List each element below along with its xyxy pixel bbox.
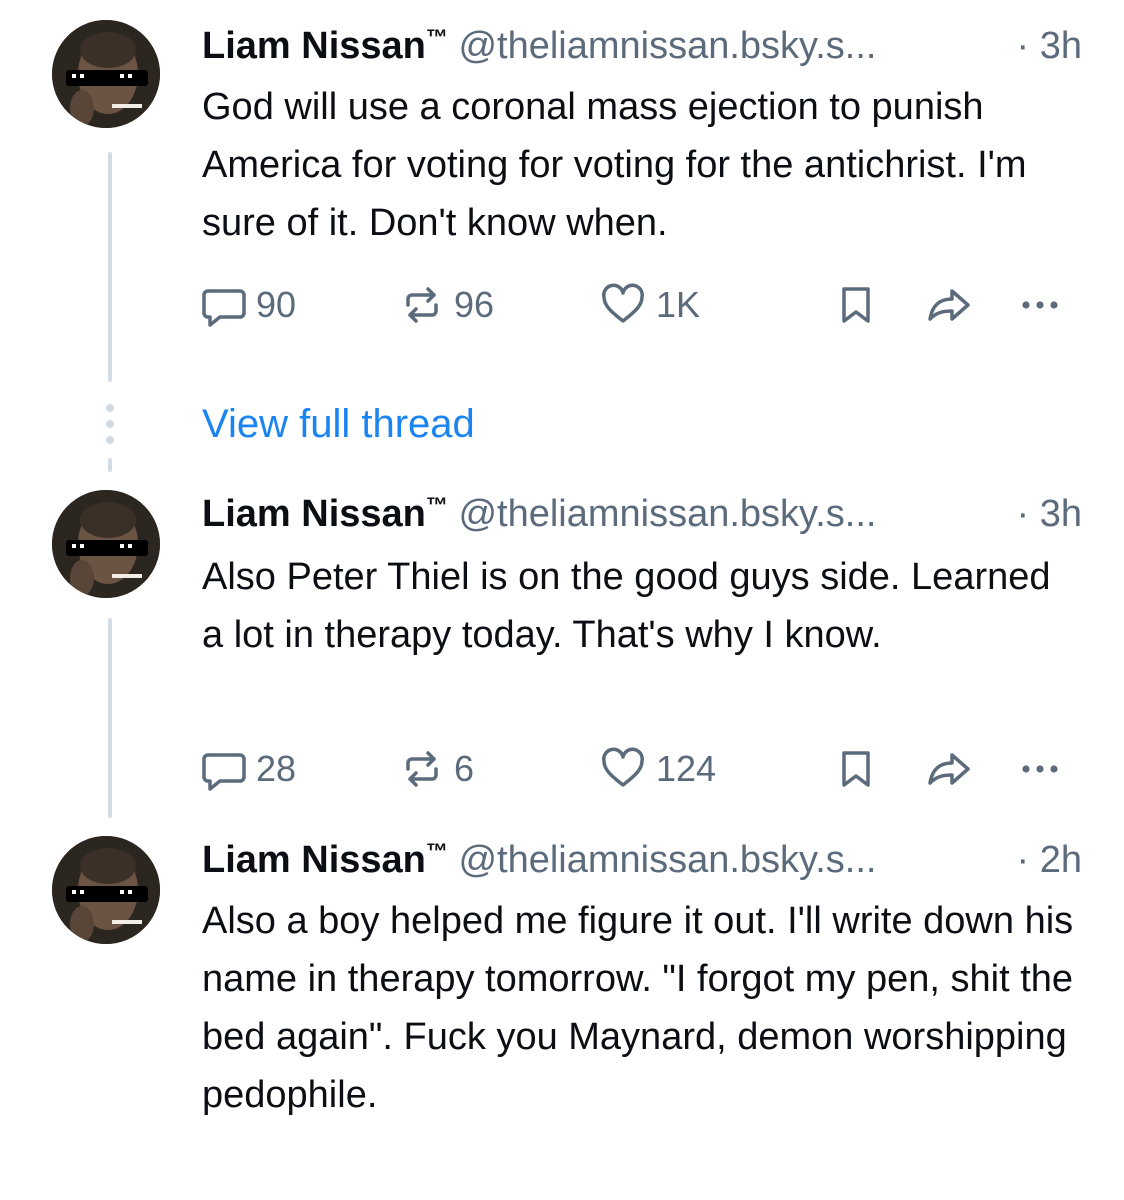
more-icon [1022, 765, 1058, 773]
repost-count: 6 [454, 748, 475, 789]
trademark-symbol: ™ [425, 492, 448, 518]
heart-icon [602, 283, 644, 323]
like-button[interactable]: 124 [600, 744, 716, 794]
heart-icon [602, 747, 644, 787]
repost-icon [406, 751, 438, 787]
share-icon [928, 753, 970, 785]
repost-button[interactable]: 6 [400, 744, 474, 794]
avatar[interactable] [52, 490, 160, 598]
separator: · [1016, 493, 1030, 535]
reply-button[interactable]: 90 [202, 280, 296, 330]
post-actions: 90 96 1K [202, 280, 1082, 330]
author-name[interactable]: Liam Nissan [202, 493, 426, 535]
author-name[interactable]: Liam Nissan [202, 839, 426, 881]
post-header: Liam Nissan™ @theliamnissan.bsky.s... · … [202, 832, 1082, 888]
bookmark-icon [842, 751, 870, 787]
post-actions: 28 6 124 [202, 744, 1082, 794]
more-button[interactable] [1016, 280, 1064, 330]
share-button[interactable] [926, 280, 974, 330]
bookmark-icon [842, 287, 870, 323]
thread-line [108, 458, 112, 472]
author-handle[interactable]: @theliamnissan.bsky.s... [458, 493, 876, 535]
trademark-symbol: ™ [425, 24, 448, 50]
like-count: 124 [656, 748, 717, 789]
avatar-image [52, 20, 160, 128]
reply-button[interactable]: 28 [202, 744, 296, 794]
avatar-image [52, 490, 160, 598]
bookmark-button[interactable] [836, 744, 876, 794]
reply-count: 28 [256, 748, 297, 789]
view-full-thread-link[interactable]: View full thread [202, 396, 475, 452]
reply-icon [202, 289, 246, 327]
author-handle[interactable]: @theliamnissan.bsky.s... [458, 839, 876, 881]
trademark-symbol: ™ [425, 838, 448, 864]
thread-line [108, 618, 112, 818]
post-header: Liam Nissan™ @theliamnissan.bsky.s... · … [202, 486, 1082, 542]
share-icon [928, 289, 970, 321]
thread-dot [106, 404, 114, 412]
thread-line [108, 152, 112, 382]
post-time[interactable]: 3h [1040, 25, 1082, 67]
share-button[interactable] [926, 744, 974, 794]
more-button[interactable] [1016, 744, 1064, 794]
thread-dot [106, 436, 114, 444]
repost-count: 96 [454, 284, 495, 325]
post-time[interactable]: 3h [1040, 493, 1082, 535]
post-time[interactable]: 2h [1040, 839, 1082, 881]
author-name[interactable]: Liam Nissan [202, 25, 426, 67]
author-handle[interactable]: @theliamnissan.bsky.s... [458, 25, 876, 67]
post-text: Also Peter Thiel is on the good guys sid… [202, 556, 1051, 656]
thread-dot [106, 420, 114, 428]
like-button[interactable]: 1K [600, 280, 700, 330]
avatar[interactable] [52, 20, 160, 128]
post-text: God will use a coronal mass ejection to … [202, 86, 1027, 244]
reply-count: 90 [256, 284, 297, 325]
post-text: Also a boy helped me figure it out. I'll… [202, 900, 1074, 1116]
separator: · [1016, 839, 1030, 881]
reply-icon [202, 753, 246, 791]
separator: · [1016, 25, 1030, 67]
repost-button[interactable]: 96 [400, 280, 494, 330]
bookmark-button[interactable] [836, 280, 876, 330]
avatar-image [52, 836, 160, 944]
avatar[interactable] [52, 836, 160, 944]
more-icon [1022, 301, 1058, 309]
post-header: Liam Nissan™ @theliamnissan.bsky.s... · … [202, 18, 1082, 74]
like-count: 1K [656, 284, 701, 325]
repost-icon [406, 287, 438, 323]
